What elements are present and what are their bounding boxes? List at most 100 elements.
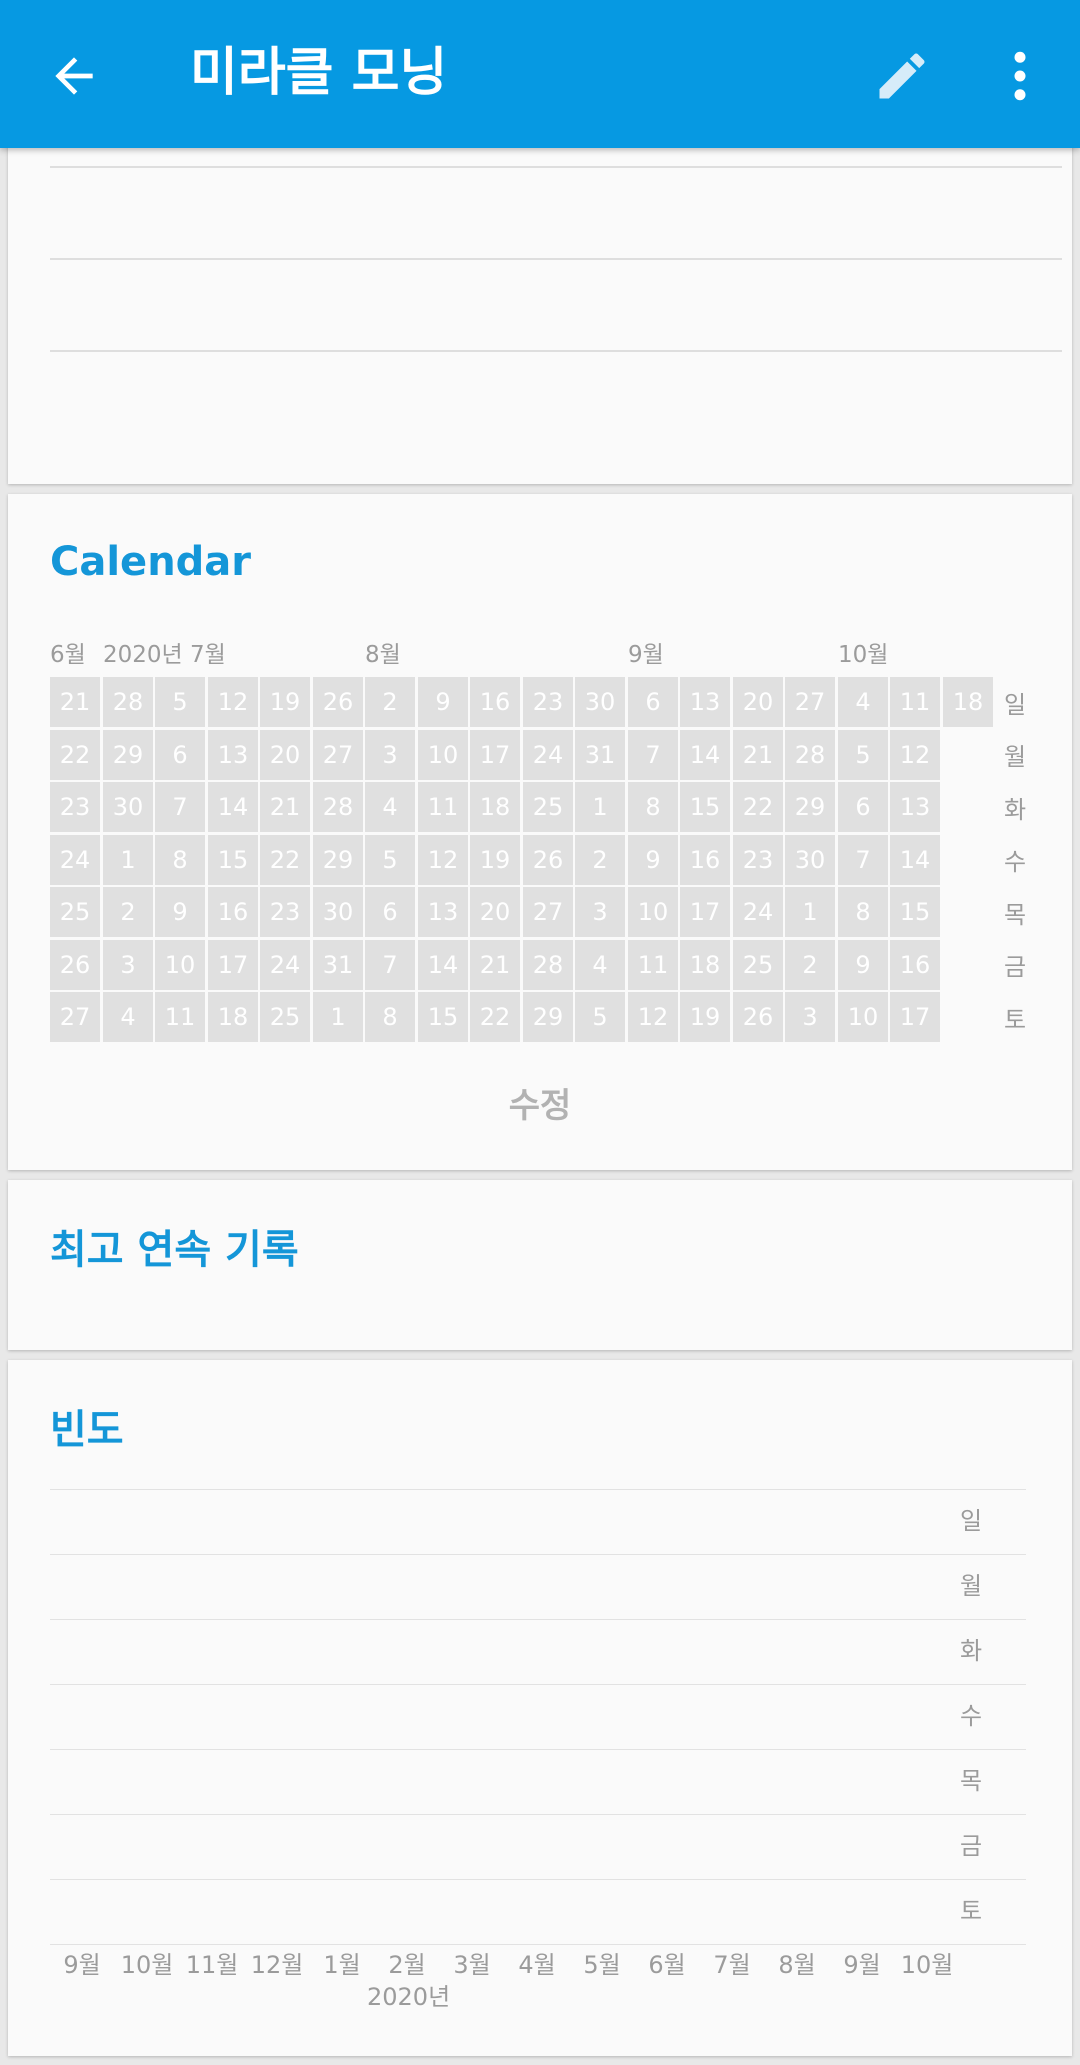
calendar-day-cell[interactable]: 13: [890, 782, 940, 832]
calendar-day-cell[interactable]: 30: [785, 835, 835, 885]
calendar-day-cell[interactable]: 22: [260, 835, 310, 885]
calendar-day-cell[interactable]: 17: [680, 887, 730, 937]
calendar-day-cell[interactable]: 8: [628, 782, 678, 832]
calendar-day-cell[interactable]: 4: [103, 992, 153, 1042]
calendar-day-cell[interactable]: 5: [838, 730, 888, 780]
calendar-day-cell[interactable]: 25: [523, 782, 573, 832]
calendar-day-cell[interactable]: 13: [208, 730, 258, 780]
calendar-day-cell[interactable]: 29: [785, 782, 835, 832]
arrow-back-icon[interactable]: [46, 48, 102, 104]
calendar-day-cell[interactable]: 16: [470, 677, 520, 727]
calendar-day-cell[interactable]: 7: [838, 835, 888, 885]
calendar-day-cell[interactable]: 26: [733, 992, 783, 1042]
calendar-day-cell[interactable]: 21: [50, 677, 100, 727]
calendar-day-cell[interactable]: 6: [628, 677, 678, 727]
calendar-day-cell[interactable]: 14: [208, 782, 258, 832]
calendar-day-cell[interactable]: 16: [680, 835, 730, 885]
calendar-day-cell[interactable]: 18: [943, 677, 993, 727]
calendar-day-cell[interactable]: 17: [890, 992, 940, 1042]
calendar-day-cell[interactable]: 7: [628, 730, 678, 780]
calendar-day-cell[interactable]: 26: [523, 835, 573, 885]
calendar-day-cell[interactable]: 30: [575, 677, 625, 727]
calendar-day-cell[interactable]: 2: [103, 887, 153, 937]
calendar-day-cell[interactable]: 15: [680, 782, 730, 832]
calendar-day-cell[interactable]: 2: [365, 677, 415, 727]
calendar-day-cell[interactable]: 12: [628, 992, 678, 1042]
calendar-day-cell[interactable]: 6: [838, 782, 888, 832]
calendar-day-cell[interactable]: 9: [838, 940, 888, 990]
calendar-day-cell[interactable]: 31: [313, 940, 363, 990]
calendar-day-cell[interactable]: 7: [155, 782, 205, 832]
calendar-day-cell[interactable]: 9: [418, 677, 468, 727]
calendar-day-cell[interactable]: 2: [785, 940, 835, 990]
calendar-day-cell[interactable]: 24: [50, 835, 100, 885]
calendar-day-cell[interactable]: 18: [680, 940, 730, 990]
calendar-day-cell[interactable]: 19: [260, 677, 310, 727]
calendar-day-cell[interactable]: 28: [103, 677, 153, 727]
calendar-day-cell[interactable]: 22: [50, 730, 100, 780]
edit-button[interactable]: 수정: [8, 1084, 1072, 1128]
calendar-day-cell[interactable]: 16: [208, 887, 258, 937]
calendar-day-cell[interactable]: 25: [260, 992, 310, 1042]
calendar-day-cell[interactable]: 27: [50, 992, 100, 1042]
calendar-day-cell[interactable]: 4: [365, 782, 415, 832]
calendar-day-cell[interactable]: 22: [733, 782, 783, 832]
calendar-day-cell[interactable]: 14: [680, 730, 730, 780]
calendar-day-cell[interactable]: 1: [785, 887, 835, 937]
calendar-day-cell[interactable]: 22: [470, 992, 520, 1042]
calendar-day-cell[interactable]: 11: [155, 992, 205, 1042]
calendar-day-cell[interactable]: 11: [418, 782, 468, 832]
calendar-day-cell[interactable]: 2: [575, 835, 625, 885]
calendar-day-cell[interactable]: 15: [208, 835, 258, 885]
calendar-day-cell[interactable]: 10: [838, 992, 888, 1042]
calendar-day-cell[interactable]: 28: [313, 782, 363, 832]
calendar-day-cell[interactable]: 3: [103, 940, 153, 990]
calendar-day-cell[interactable]: 9: [628, 835, 678, 885]
calendar-day-cell[interactable]: 27: [523, 887, 573, 937]
calendar-day-cell[interactable]: 5: [365, 835, 415, 885]
calendar-day-cell[interactable]: 23: [733, 835, 783, 885]
calendar-day-cell[interactable]: 8: [365, 992, 415, 1042]
calendar-day-cell[interactable]: 30: [103, 782, 153, 832]
calendar-day-cell[interactable]: 8: [155, 835, 205, 885]
calendar-day-cell[interactable]: 12: [890, 730, 940, 780]
more-vert-icon[interactable]: [1000, 46, 1040, 106]
calendar-day-cell[interactable]: 29: [523, 992, 573, 1042]
calendar-day-cell[interactable]: 14: [418, 940, 468, 990]
calendar-day-cell[interactable]: 27: [313, 730, 363, 780]
calendar-day-cell[interactable]: 6: [155, 730, 205, 780]
calendar-day-cell[interactable]: 25: [50, 887, 100, 937]
calendar-day-cell[interactable]: 10: [628, 887, 678, 937]
calendar-day-cell[interactable]: 18: [470, 782, 520, 832]
calendar-day-cell[interactable]: 27: [785, 677, 835, 727]
calendar-day-cell[interactable]: 26: [50, 940, 100, 990]
calendar-day-cell[interactable]: 5: [155, 677, 205, 727]
calendar-day-cell[interactable]: 16: [890, 940, 940, 990]
calendar-day-cell[interactable]: 15: [418, 992, 468, 1042]
calendar-day-cell[interactable]: 18: [208, 992, 258, 1042]
calendar-day-cell[interactable]: 19: [470, 835, 520, 885]
calendar-day-cell[interactable]: 10: [155, 940, 205, 990]
calendar-day-cell[interactable]: 3: [785, 992, 835, 1042]
calendar-day-cell[interactable]: 7: [365, 940, 415, 990]
calendar-day-cell[interactable]: 12: [208, 677, 258, 727]
calendar-day-cell[interactable]: 8: [838, 887, 888, 937]
calendar-day-cell[interactable]: 17: [470, 730, 520, 780]
calendar-day-cell[interactable]: 1: [103, 835, 153, 885]
calendar-day-cell[interactable]: 3: [365, 730, 415, 780]
calendar-day-cell[interactable]: 20: [260, 730, 310, 780]
calendar-day-cell[interactable]: 11: [628, 940, 678, 990]
calendar-day-cell[interactable]: 21: [733, 730, 783, 780]
calendar-day-cell[interactable]: 24: [260, 940, 310, 990]
calendar-day-cell[interactable]: 3: [575, 887, 625, 937]
calendar-day-cell[interactable]: 23: [523, 677, 573, 727]
calendar-day-cell[interactable]: 23: [50, 782, 100, 832]
calendar-day-cell[interactable]: 17: [208, 940, 258, 990]
calendar-day-cell[interactable]: 14: [890, 835, 940, 885]
calendar-day-cell[interactable]: 21: [470, 940, 520, 990]
pencil-icon[interactable]: [872, 46, 932, 106]
calendar-day-cell[interactable]: 4: [838, 677, 888, 727]
calendar-day-cell[interactable]: 12: [418, 835, 468, 885]
calendar-day-cell[interactable]: 28: [785, 730, 835, 780]
calendar-day-cell[interactable]: 24: [523, 730, 573, 780]
